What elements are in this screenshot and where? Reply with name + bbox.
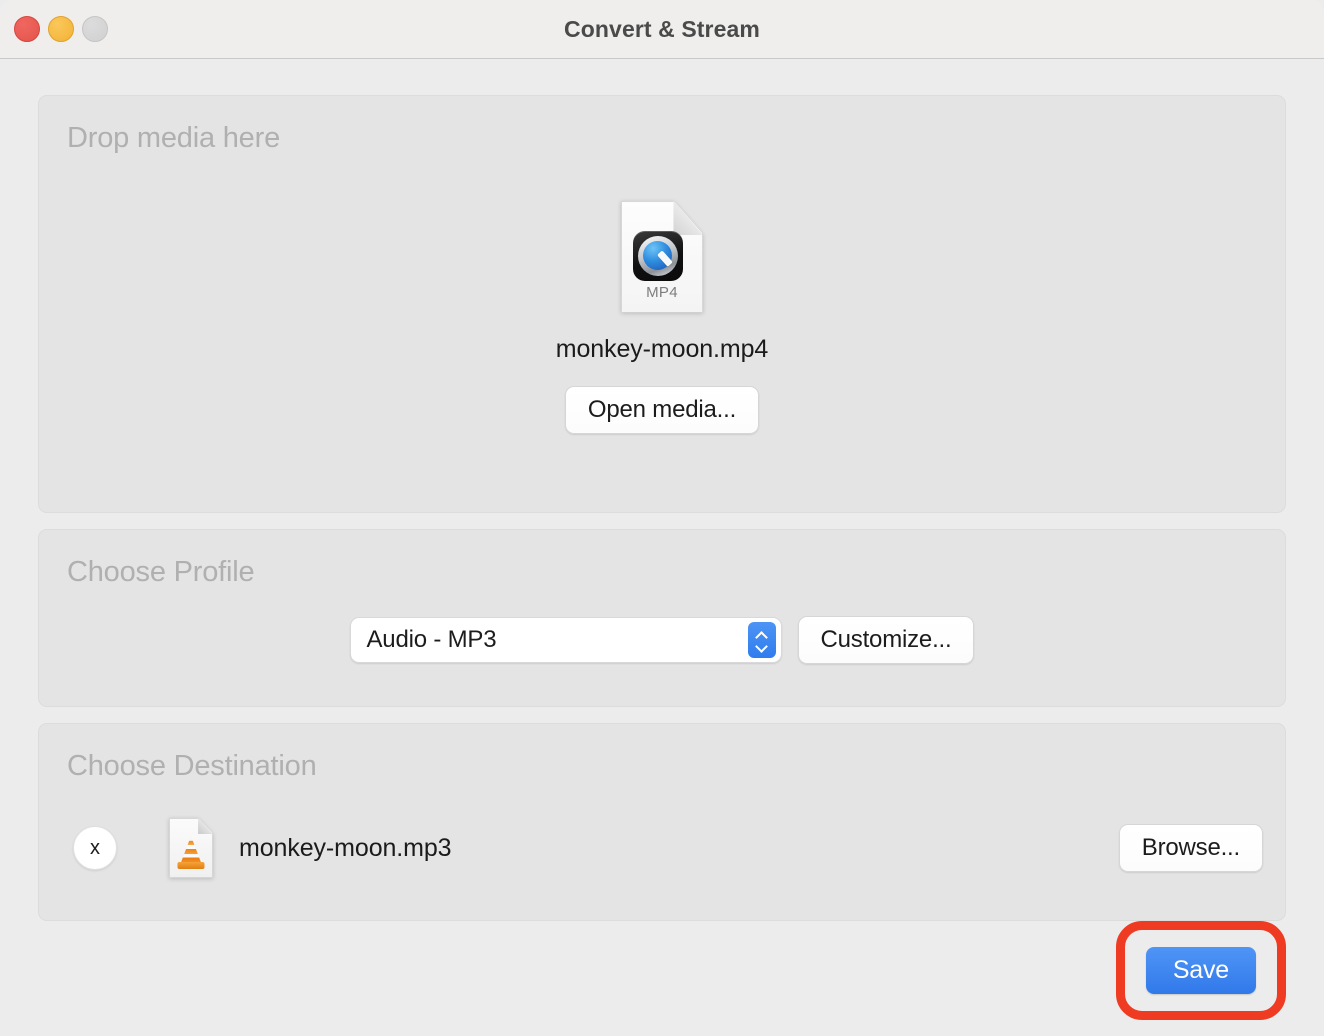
dialog-footer: Save (1115, 921, 1286, 1020)
chevron-up-icon (756, 632, 768, 639)
chevron-down-icon (756, 642, 768, 649)
file-extension-label: MP4 (646, 283, 678, 301)
destination-filename: monkey-moon.mp3 (239, 833, 452, 862)
profile-stepper-icon[interactable] (747, 622, 776, 658)
drop-media-title: Drop media here (67, 122, 280, 154)
selected-media-filename: monkey-moon.mp4 (555, 334, 769, 363)
choose-profile-title: Choose Profile (67, 556, 255, 588)
vlc-cone-document-icon (169, 818, 213, 878)
choose-destination-title: Choose Destination (67, 750, 317, 782)
vlc-traffic-cone-icon (177, 835, 205, 869)
save-button-highlight-wrapper: Save (1115, 921, 1286, 1020)
zoom-window-button[interactable] (82, 16, 108, 42)
open-media-button[interactable]: Open media... (564, 385, 760, 434)
traffic-light-group (14, 0, 108, 58)
profile-controls-row: Audio - MP3 Customize... (39, 616, 1285, 664)
quicktime-mp4-document-icon: MP4 (620, 200, 703, 313)
selected-media-preview: MP4 monkey-moon.mp4 Open media... (555, 200, 769, 434)
browse-destination-button[interactable]: Browse... (1118, 824, 1263, 872)
quicktime-badge-icon (632, 230, 683, 281)
minimize-window-button[interactable] (48, 16, 74, 42)
destination-row: x monkey-moon.mp3 Browse... (39, 818, 1285, 878)
close-window-button[interactable] (14, 16, 40, 42)
cone-base (177, 862, 205, 869)
window-titlebar: Convert & Stream (0, 0, 1324, 59)
choose-profile-panel: Choose Profile Audio - MP3 Customize... (38, 529, 1286, 707)
cone-body (180, 836, 202, 865)
customize-profile-button[interactable]: Customize... (797, 616, 975, 664)
window-title: Convert & Stream (564, 15, 760, 42)
save-button[interactable]: Save (1145, 947, 1256, 994)
clear-destination-button[interactable]: x (73, 826, 117, 870)
profile-select[interactable]: Audio - MP3 (349, 617, 782, 663)
profile-select-value: Audio - MP3 (366, 626, 497, 653)
convert-and-stream-window: Convert & Stream Drop media here MP4 mon… (0, 0, 1324, 1036)
drop-media-panel[interactable]: Drop media here MP4 monkey-moon.mp4 Open… (38, 95, 1286, 513)
dialog-content: Drop media here MP4 monkey-moon.mp4 Open… (0, 59, 1324, 921)
choose-destination-panel: Choose Destination x monkey-moon.mp3 Bro… (38, 723, 1286, 921)
